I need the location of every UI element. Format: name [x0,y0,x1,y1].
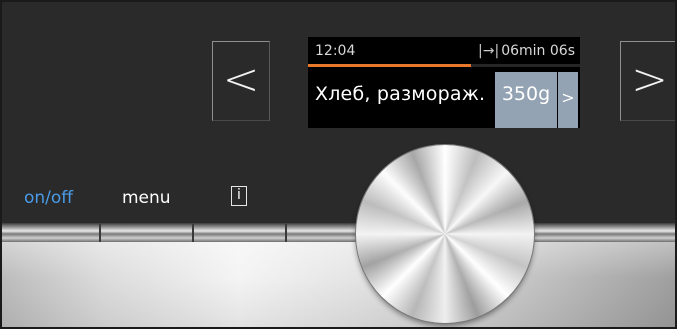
timer-readout: |→| 06min 06s [478,43,575,59]
trim-divider [99,224,101,242]
progress-fill [308,64,472,67]
oven-control-panel: < 12:04 |→| 06min 06s Хлеб, размораж. 350… [0,0,677,329]
timer-icon: |→| [478,43,500,59]
steel-strip-shade [2,242,675,327]
chrome-trim [2,223,675,243]
trim-divider [192,224,194,242]
weight-field[interactable]: 350g [495,72,557,128]
progress-bar [308,64,580,67]
menu-button[interactable]: menu [122,188,171,208]
display-screen: 12:04 |→| 06min 06s Хлеб, размораж. 350g … [308,37,580,128]
program-name[interactable]: Хлеб, размораж. [315,83,485,105]
weight-next-button[interactable]: > [558,72,578,128]
info-button[interactable]: i [231,186,247,206]
timer-value: 06min 06s [501,43,575,59]
clock-time: 12:04 [315,43,356,59]
next-button[interactable]: > [620,41,675,121]
previous-button[interactable]: < [212,41,270,121]
rotary-knob[interactable] [356,145,534,323]
weight-value: 350g [501,83,551,105]
knob-sheen [356,145,534,323]
on-off-button[interactable]: on/off [24,188,73,208]
trim-divider [285,224,287,242]
